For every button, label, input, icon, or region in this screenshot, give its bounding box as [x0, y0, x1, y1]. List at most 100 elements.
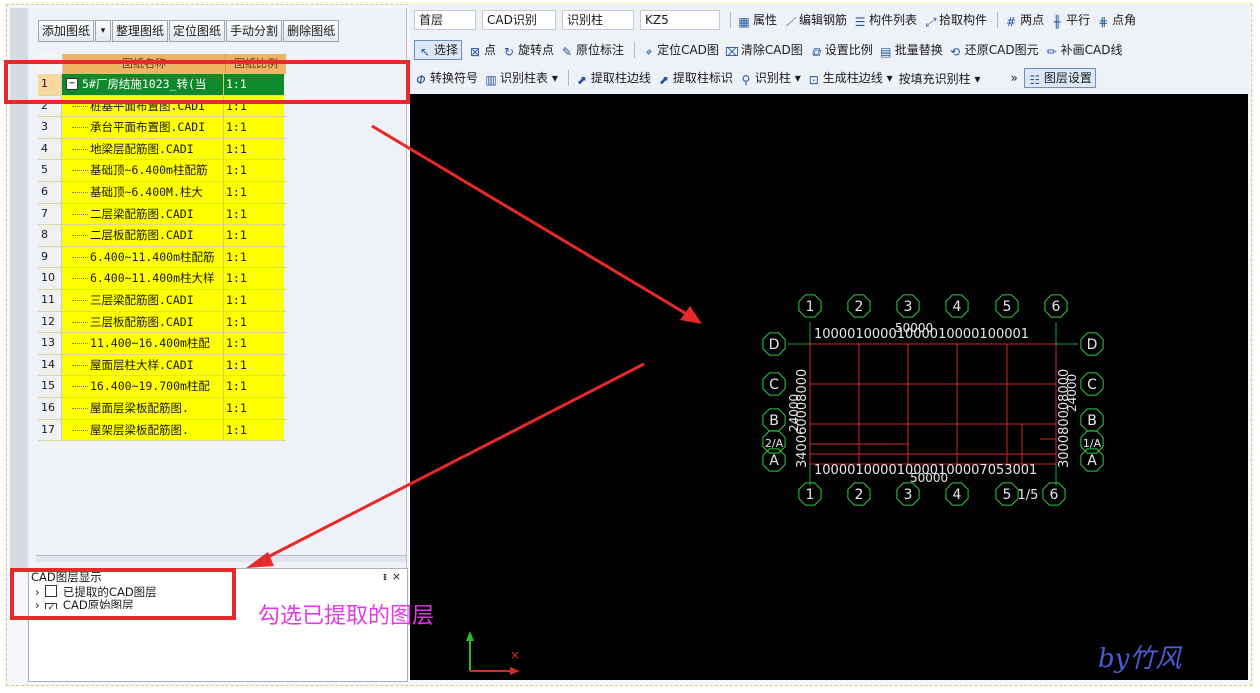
table-row[interactable]: 1−5#厂房结施1023_转(当 1:1 — [38, 74, 286, 96]
two-point-button[interactable]: # 两点 — [1004, 11, 1044, 29]
table-row[interactable]: 17 屋架层梁板配筋图. 1:1 — [38, 419, 286, 442]
drawing-name-cell[interactable]: 地梁层配筋图.CADI — [62, 138, 224, 160]
drawing-name-cell[interactable]: 6.400~11.400m柱配筋 — [62, 246, 224, 268]
drawing-ratio-cell[interactable]: 1:1 — [224, 289, 284, 311]
edit-rebar-button[interactable]: ⟋ 编辑钢筋 — [783, 11, 847, 29]
table-row[interactable]: 2 桩基平面布置图.CADI 1:1 — [38, 95, 286, 118]
table-row[interactable]: 16 屋面层梁板配筋图. 1:1 — [38, 397, 286, 420]
cad-canvas[interactable]: 1 2 3 4 5 6 1 2 3 4 5 6 1/5 D C B 2/A A D C B 1/A A 1000010000… — [410, 94, 1248, 680]
restore-cad-button[interactable]: ⟲ 还原CAD图元 — [949, 41, 1039, 59]
table-row[interactable]: 14 屋面层柱大样.CADI 1:1 — [38, 354, 286, 377]
delete-drawing-button[interactable]: 删除图纸 — [283, 20, 340, 42]
drawing-name-cell[interactable]: 三层梁配筋图.CADI — [62, 289, 224, 311]
recognize-column-button[interactable]: ⚲ 识别柱 ▾ — [739, 69, 801, 87]
drawing-name-cell[interactable]: 二层梁配筋图.CADI — [62, 203, 224, 225]
drawing-ratio-cell[interactable]: 1:1 — [224, 333, 284, 354]
pin-icon[interactable]: ᵻ — [383, 569, 387, 585]
table-row[interactable]: 3 承台平面布置图.CADI 1:1 — [38, 117, 286, 139]
row-number-header — [38, 54, 63, 74]
select-button[interactable]: ↖ 选择 — [414, 40, 463, 60]
pane-splitter[interactable] — [36, 555, 406, 562]
drawing-name-cell[interactable]: 基础顶~6.400M.柱大 — [62, 181, 224, 203]
drawing-name-cell[interactable]: 二层板配筋图.CADI — [62, 225, 224, 246]
extract-edge-button[interactable]: ⬈ 提取柱边线 — [575, 69, 651, 87]
table-row[interactable]: 9 6.400~11.400m柱配筋 1:1 — [38, 246, 286, 269]
fill-recognize-button[interactable]: 按填充识别柱 ▾ — [899, 70, 981, 87]
drawing-name-cell[interactable]: 基础顶~6.400m柱配筋 — [62, 160, 224, 181]
table-row[interactable]: 6 基础顶~6.400M.柱大 1:1 — [38, 181, 286, 204]
manual-split-button[interactable]: 手动分割 — [226, 20, 283, 42]
drawing-name-cell[interactable]: 屋面层柱大样.CADI — [62, 354, 224, 376]
drawing-name-cell[interactable]: 11.400~16.400m柱配 — [62, 333, 224, 354]
table-row[interactable]: 7 二层梁配筋图.CADI 1:1 — [38, 203, 286, 226]
drawing-name-cell[interactable]: 承台平面布置图.CADI — [62, 117, 224, 138]
more-button[interactable]: » — [1010, 71, 1017, 85]
locate-drawing-button[interactable]: 定位图纸 — [169, 20, 226, 42]
close-icon[interactable]: × — [392, 569, 401, 585]
extract-label-button[interactable]: ⬈ 提取柱标识 — [657, 69, 733, 87]
recognize-column-select[interactable]: 识别柱 — [562, 10, 634, 30]
drawing-ratio-cell[interactable]: 1:1 — [224, 354, 284, 376]
locate-cad-button[interactable]: ⌖ 定位CAD图 — [641, 41, 719, 59]
batch-replace-button[interactable]: ▤ 批量替换 — [879, 41, 943, 59]
expand-chevron-icon[interactable]: › — [35, 585, 40, 599]
extracted-layer-checkbox[interactable] — [45, 585, 58, 597]
drawing-name-cell[interactable]: 三层板配筋图.CADI — [62, 311, 224, 333]
table-row[interactable]: 8 二层板配筋图.CADI 1:1 — [38, 225, 286, 247]
add-drawing-button[interactable]: 添加图纸 — [38, 20, 95, 42]
drawing-ratio-cell[interactable]: 1:1 — [224, 376, 284, 397]
set-ratio-button[interactable]: ⧉ 设置比例 — [809, 41, 872, 59]
pick-member-button[interactable]: ⤢ 拾取构件 — [923, 11, 987, 29]
layer-item-extracted[interactable]: › 已提取的CAD图层 — [29, 585, 407, 599]
table-row[interactable]: 15 16.400~19.700m柱配 1:1 — [38, 376, 286, 398]
parallel-button[interactable]: ╫ 平行 — [1050, 11, 1090, 29]
drawing-ratio-cell[interactable]: 1:1 — [224, 160, 284, 181]
drawing-ratio-cell[interactable]: 1:1 — [224, 225, 284, 246]
drawing-name-cell[interactable]: 6.400~11.400m柱大样 — [62, 268, 224, 289]
drawing-name-cell[interactable]: 屋架层梁板配筋图. — [62, 419, 224, 441]
drawing-ratio-cell[interactable]: 1:1 — [224, 181, 284, 203]
convert-symbol-button[interactable]: Φ 转换符号 — [414, 69, 478, 87]
clear-cad-button[interactable]: ⌧ 清除CAD图 — [725, 41, 803, 59]
table-row[interactable]: 4 地梁层配筋图.CADI 1:1 — [38, 138, 286, 161]
drawing-ratio-cell[interactable]: 1:1 — [224, 397, 284, 419]
cad-recognition-select[interactable]: CAD识别 — [482, 10, 556, 30]
column-header-name[interactable]: 图纸名称 — [63, 54, 226, 74]
drawing-name-cell[interactable]: 桩基平面布置图.CADI — [62, 95, 224, 117]
table-row[interactable]: 5 基础顶~6.400m柱配筋 1:1 — [38, 160, 286, 182]
drawing-name-cell[interactable]: −5#厂房结施1023_转(当 — [62, 74, 224, 95]
organize-drawing-button[interactable]: 整理图纸 — [112, 20, 169, 42]
recognize-column-table-button[interactable]: ▥ 识别柱表 ▾ — [484, 69, 558, 87]
collapse-icon[interactable]: − — [66, 78, 78, 90]
drawing-ratio-cell[interactable]: 1:1 — [224, 246, 284, 268]
point-button[interactable]: ⊠ 点 — [468, 41, 496, 59]
drawing-ratio-cell[interactable]: 1:1 — [224, 268, 284, 289]
point-angle-button[interactable]: ⋕ 点角 — [1096, 11, 1136, 29]
drawing-ratio-cell[interactable]: 1:1 — [224, 74, 284, 95]
table-row[interactable]: 11 三层梁配筋图.CADI 1:1 — [38, 289, 286, 312]
generate-edge-button[interactable]: ⊡ 生成柱边线 ▾ — [807, 69, 893, 87]
rotate-point-button[interactable]: ↻ 旋转点 — [502, 41, 554, 59]
original-layer-checkbox[interactable]: ✓ — [45, 603, 58, 609]
drawing-ratio-cell[interactable]: 1:1 — [224, 203, 284, 225]
layer-settings-button[interactable]: ☷ 图层设置 — [1023, 68, 1096, 88]
column-header-ratio[interactable]: 图纸比例 — [226, 54, 286, 74]
drawing-ratio-cell[interactable]: 1:1 — [224, 138, 284, 160]
member-select[interactable]: KZ5 — [640, 10, 720, 30]
expand-chevron-icon[interactable]: › — [35, 599, 40, 609]
original-mark-button[interactable]: ✎ 原位标注 — [560, 41, 624, 59]
add-drawing-dropdown[interactable]: ▾ — [95, 20, 112, 42]
supplement-cad-button[interactable]: ✏ 补画CAD线 — [1045, 41, 1123, 59]
drawing-ratio-cell[interactable]: 1:1 — [224, 311, 284, 333]
properties-button[interactable]: ▦ 属性 — [737, 11, 777, 29]
drawing-name-cell[interactable]: 屋面层梁板配筋图. — [62, 397, 224, 419]
drawing-ratio-cell[interactable]: 1:1 — [224, 117, 284, 138]
table-row[interactable]: 10 6.400~11.400m柱大样 1:1 — [38, 268, 286, 290]
table-row[interactable]: 13 11.400~16.400m柱配 1:1 — [38, 333, 286, 355]
drawing-name-cell[interactable]: 16.400~19.700m柱配 — [62, 376, 224, 397]
floor-select[interactable]: 首层 — [414, 10, 476, 30]
table-row[interactable]: 12 三层板配筋图.CADI 1:1 — [38, 311, 286, 334]
member-list-button[interactable]: ☰ 构件列表 — [853, 11, 917, 29]
drawing-ratio-cell[interactable]: 1:1 — [224, 95, 284, 117]
drawing-ratio-cell[interactable]: 1:1 — [224, 419, 284, 441]
